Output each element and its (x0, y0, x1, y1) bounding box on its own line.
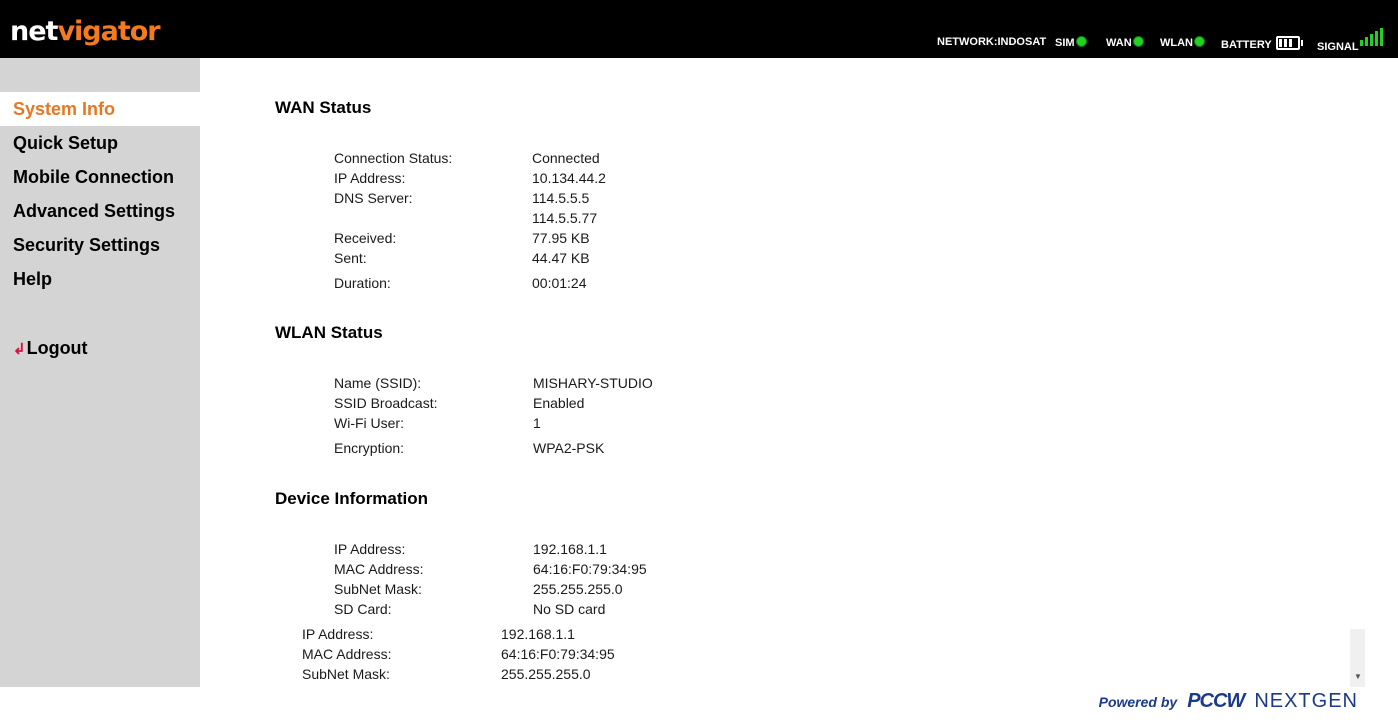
powered-by-label: Powered by (1098, 694, 1178, 710)
wan-dns-value-1: 114.5.5.5 (532, 190, 590, 206)
sidebar-item-security-settings[interactable]: Security Settings (0, 228, 200, 262)
sim-label: SIM (1055, 37, 1075, 49)
wlan-status-title: WLAN Status (275, 323, 383, 342)
main-content: WAN Status Connection Status: Connected I… (200, 58, 1398, 720)
wan-duration-label: Duration: (334, 275, 391, 291)
battery-status: BATTERY (1221, 36, 1303, 51)
sidebar-item-help[interactable]: Help (0, 262, 200, 296)
wan-label: WAN (1106, 37, 1132, 49)
battery-icon (1275, 36, 1303, 50)
signal-status: SIGNAL (1317, 28, 1388, 53)
sidebar-item-mobile-connection[interactable]: Mobile Connection (0, 160, 200, 194)
device-ip-label: IP Address: (334, 541, 406, 557)
wlan-name-value: MISHARY-STUDIO (533, 375, 653, 391)
device-ip-value: 192.168.1.1 (533, 541, 607, 557)
device-info-title: Device Information (275, 489, 429, 508)
sim-led-icon (1075, 36, 1087, 47)
device-dup-subnet-label: SubNet Mask: (302, 666, 390, 682)
status-bar: NETWORK:INDOSAT SIM WAN WLAN BATTERY SIG… (0, 28, 1398, 53)
wan-connection-label: Connection Status: (334, 150, 453, 166)
wan-sent-value: 44.47 KB (532, 250, 590, 266)
wlan-users-label: Wi-Fi User: (334, 415, 404, 431)
device-dup-ip-label: IP Address: (302, 626, 374, 642)
device-mac-label: MAC Address: (334, 561, 424, 577)
sidebar: System Info Quick Setup Mobile Connectio… (0, 58, 200, 687)
wan-dns-value-2: 114.5.5.77 (532, 210, 598, 226)
battery-label: BATTERY (1221, 39, 1272, 51)
device-sd-value: No SD card (533, 601, 606, 617)
top-header: netvigator NETWORK:INDOSAT SIM WAN WLAN … (0, 0, 1398, 58)
wlan-label: WLAN (1160, 37, 1193, 49)
device-sd-label: SD Card: (334, 601, 392, 617)
device-dup-mac-value: 64:16:F0:79:34:95 (501, 646, 615, 662)
device-dup-subnet-value: 255.255.255.0 (501, 666, 591, 682)
wan-duration-value: 00:01:24 (532, 275, 587, 291)
pccw-logo: PCCW (1187, 690, 1245, 712)
wan-status-title: WAN Status (275, 98, 372, 117)
sidebar-item-advanced-settings[interactable]: Advanced Settings (0, 194, 200, 228)
sidebar-item-quick-setup[interactable]: Quick Setup (0, 126, 200, 160)
wlan-broadcast-value: Enabled (533, 395, 585, 411)
wlan-status: WLAN (1160, 36, 1205, 49)
wlan-broadcast-label: SSID Broadcast: (334, 395, 438, 411)
scroll-down-arrow-icon[interactable]: ▼ (1354, 672, 1362, 681)
wan-received-value: 77.95 KB (532, 230, 590, 246)
wan-ip-value: 10.134.44.2 (532, 170, 606, 186)
wlan-encryption-value: WPA2-PSK (533, 440, 605, 456)
wan-dns-label: DNS Server: (334, 190, 413, 206)
device-mac-value: 64:16:F0:79:34:95 (533, 561, 647, 577)
logout-link[interactable]: ↲Logout (13, 338, 88, 359)
wan-connection-value: Connected (532, 150, 600, 166)
signal-strength-icon (1359, 28, 1388, 46)
wlan-name-label: Name (SSID): (334, 375, 422, 391)
wlan-led-icon (1194, 36, 1205, 47)
network-status: NETWORK:INDOSAT (937, 36, 1047, 48)
wan-led-icon (1132, 36, 1144, 47)
wan-sent-label: Sent: (334, 250, 367, 266)
sidebar-item-system-info[interactable]: System Info (0, 92, 200, 126)
device-subnet-value: 255.255.255.0 (533, 581, 623, 597)
wlan-encryption-label: Encryption: (334, 440, 405, 456)
wlan-users-value: 1 (533, 415, 541, 431)
logout-arrow-icon: ↲ (13, 341, 26, 358)
powered-by-footer: Powered by PCCW NEXTGEN (1099, 690, 1358, 713)
device-dup-ip-value: 192.168.1.1 (501, 626, 575, 642)
sim-status: SIM (1055, 36, 1087, 49)
wan-received-label: Received: (334, 230, 397, 246)
device-subnet-label: SubNet Mask: (334, 581, 422, 597)
nextgen-logo: NEXTGEN (1254, 690, 1358, 712)
wan-ip-label: IP Address: (334, 170, 406, 186)
wan-status: WAN (1106, 36, 1144, 49)
logout-label: Logout (26, 338, 88, 358)
device-dup-mac-label: MAC Address: (302, 646, 392, 662)
signal-label: SIGNAL (1317, 41, 1359, 53)
